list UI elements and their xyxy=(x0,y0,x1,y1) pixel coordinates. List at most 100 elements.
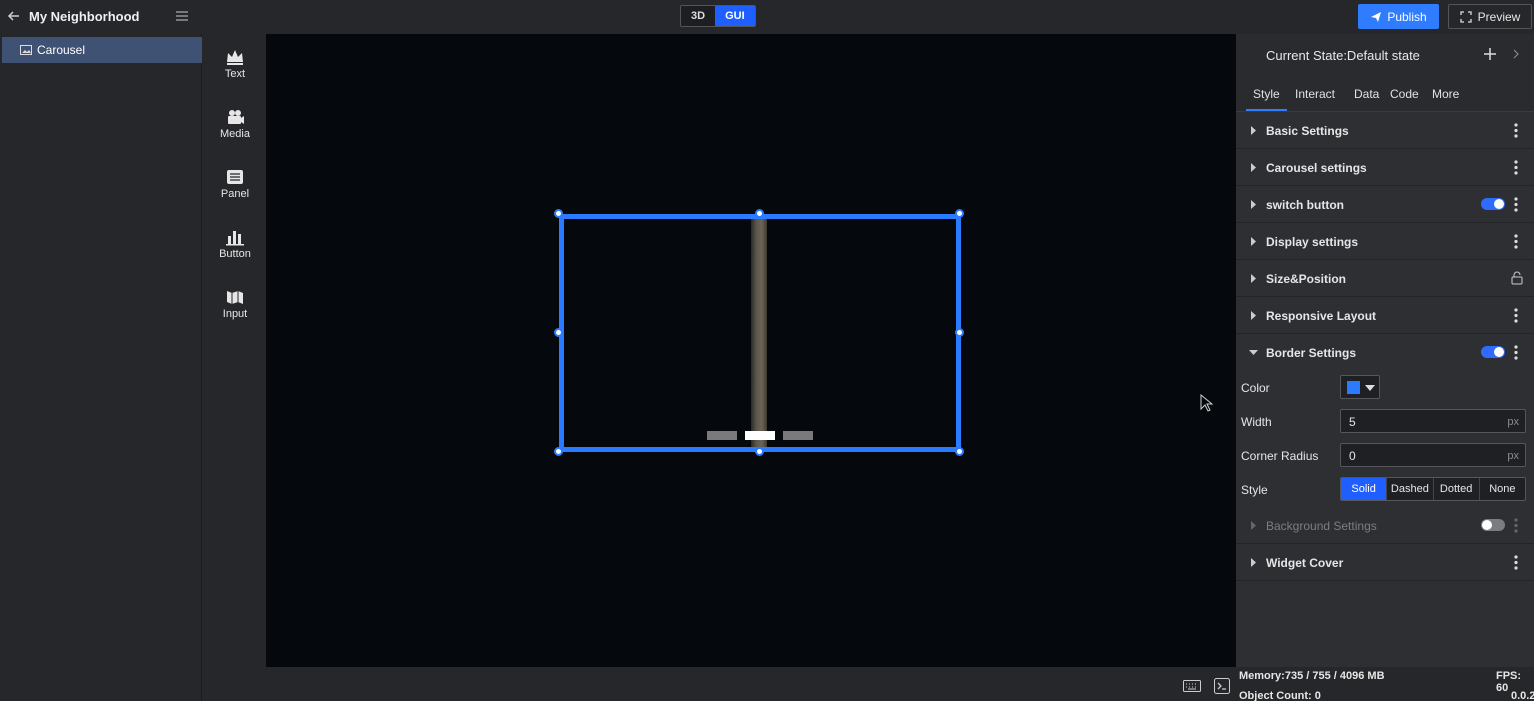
more-vertical-icon[interactable] xyxy=(1514,308,1518,323)
resize-handle-left[interactable] xyxy=(554,328,563,337)
caret-right-icon xyxy=(1251,237,1256,246)
layer-item-carousel[interactable]: Carousel xyxy=(2,37,202,63)
carousel-widget[interactable] xyxy=(559,214,961,452)
resize-handle-top[interactable] xyxy=(755,209,764,218)
frame-time-readout: 0.0.2 xyxy=(1511,690,1534,701)
section-display-settings[interactable]: Display settings xyxy=(1236,223,1534,260)
section-title: Background Settings xyxy=(1266,519,1377,533)
section-responsive-layout[interactable]: Responsive Layout xyxy=(1236,297,1534,334)
section-background-settings[interactable]: Background Settings xyxy=(1236,507,1534,544)
back-arrow-icon[interactable] xyxy=(6,8,22,24)
border-width-unit: px xyxy=(1507,416,1519,428)
switch-button-toggle[interactable] xyxy=(1481,198,1505,210)
tab-code[interactable]: Code xyxy=(1390,87,1419,101)
state-header: Current State:Default state xyxy=(1236,34,1534,76)
more-vertical-icon[interactable] xyxy=(1514,518,1518,533)
dropdown-arrow-icon xyxy=(1365,385,1375,391)
tool-input-label: Input xyxy=(222,308,248,320)
tool-media-label: Media xyxy=(220,128,250,140)
color-label: Color xyxy=(1241,381,1270,395)
resize-handle-bottom-left[interactable] xyxy=(554,447,563,456)
tool-button-label: Button xyxy=(219,248,251,260)
tool-media[interactable]: Media xyxy=(204,94,266,144)
publish-label: Publish xyxy=(1387,9,1427,24)
caret-right-icon xyxy=(1251,521,1256,530)
section-carousel-settings[interactable]: Carousel settings xyxy=(1236,149,1534,186)
resize-handle-bottom[interactable] xyxy=(755,447,764,456)
preview-button[interactable]: Preview xyxy=(1448,4,1532,29)
style-option-none[interactable]: None xyxy=(1479,478,1525,500)
style-option-dotted[interactable]: Dotted xyxy=(1433,478,1480,500)
current-state-label[interactable]: Current State:Default state xyxy=(1266,48,1420,63)
resize-handle-right[interactable] xyxy=(955,328,964,337)
carousel-indicator-active[interactable] xyxy=(745,431,775,440)
border-color-picker[interactable] xyxy=(1340,375,1380,399)
caret-right-icon xyxy=(1251,200,1256,209)
add-state-icon[interactable] xyxy=(1483,47,1497,61)
caret-right-icon xyxy=(1251,126,1256,135)
tab-interact[interactable]: Interact xyxy=(1295,87,1335,101)
terminal-icon[interactable] xyxy=(1214,678,1230,694)
more-vertical-icon[interactable] xyxy=(1514,345,1518,360)
section-title: Carousel settings xyxy=(1266,161,1367,175)
style-option-dashed[interactable]: Dashed xyxy=(1387,478,1434,500)
section-title: Basic Settings xyxy=(1266,124,1349,138)
section-basic-settings[interactable]: Basic Settings xyxy=(1236,112,1534,149)
mode-3d-button[interactable]: 3D xyxy=(681,6,716,26)
caret-right-icon xyxy=(1251,163,1256,172)
resize-handle-bottom-right[interactable] xyxy=(955,447,964,456)
section-title: Responsive Layout xyxy=(1266,309,1377,323)
resize-handle-top-right[interactable] xyxy=(955,209,964,218)
more-vertical-icon[interactable] xyxy=(1514,555,1518,570)
button-icon xyxy=(226,231,244,246)
style-option-solid[interactable]: Solid xyxy=(1341,478,1388,500)
carousel-indicator[interactable] xyxy=(783,431,813,440)
more-vertical-icon[interactable] xyxy=(1514,197,1518,212)
tab-data[interactable]: Data xyxy=(1354,87,1379,101)
mode-gui-button[interactable]: GUI xyxy=(715,6,755,26)
project-title: My Neighborhood xyxy=(29,9,140,24)
section-title: switch button xyxy=(1266,198,1344,212)
background-settings-toggle[interactable] xyxy=(1481,519,1505,531)
carousel-indicator[interactable] xyxy=(707,431,737,440)
section-title: Widget Cover xyxy=(1266,556,1344,570)
section-size-position[interactable]: Size&Position xyxy=(1236,260,1534,297)
section-widget-cover[interactable]: Widget Cover xyxy=(1236,544,1534,581)
properties-panel: Current State:Default state Style Intera… xyxy=(1236,34,1534,667)
tool-text[interactable]: Text xyxy=(204,34,266,84)
object-count-readout: Object Count: 0 xyxy=(1239,690,1321,701)
lock-icon[interactable] xyxy=(1511,271,1523,285)
tool-panel-label: Panel xyxy=(220,188,250,200)
crown-icon xyxy=(227,50,243,65)
tab-style[interactable]: Style xyxy=(1253,87,1280,101)
tool-panel[interactable]: Panel xyxy=(204,154,266,204)
section-title: Display settings xyxy=(1266,235,1359,249)
design-canvas[interactable] xyxy=(266,34,1236,667)
more-vertical-icon[interactable] xyxy=(1514,160,1518,175)
section-title: Border Settings xyxy=(1266,346,1357,360)
section-switch-button[interactable]: switch button xyxy=(1236,186,1534,223)
resize-handle-top-left[interactable] xyxy=(554,209,563,218)
section-title: Size&Position xyxy=(1266,272,1347,286)
hamburger-menu-icon[interactable] xyxy=(175,9,189,23)
tool-input[interactable]: Input xyxy=(204,274,266,324)
layer-item-label: Carousel xyxy=(37,43,86,57)
section-border-settings[interactable]: Border Settings xyxy=(1236,334,1534,371)
caret-right-icon xyxy=(1251,274,1256,283)
chevron-right-icon[interactable] xyxy=(1512,49,1520,59)
corner-radius-value: 0 xyxy=(1349,449,1356,463)
border-width-value: 5 xyxy=(1349,415,1356,429)
mode-toggle: 3D GUI xyxy=(680,5,756,27)
tool-button[interactable]: Button xyxy=(204,214,266,264)
send-icon xyxy=(1371,11,1382,22)
fullscreen-icon xyxy=(1460,10,1472,23)
publish-button[interactable]: Publish xyxy=(1358,4,1439,29)
more-vertical-icon[interactable] xyxy=(1514,234,1518,249)
corner-radius-input[interactable]: 0 px xyxy=(1340,443,1526,467)
mouse-cursor-icon xyxy=(1200,394,1214,412)
tab-more[interactable]: More xyxy=(1432,87,1459,101)
border-width-input[interactable]: 5 px xyxy=(1340,409,1526,433)
more-vertical-icon[interactable] xyxy=(1514,123,1518,138)
border-settings-toggle[interactable] xyxy=(1481,346,1505,358)
keyboard-icon[interactable] xyxy=(1183,680,1201,692)
